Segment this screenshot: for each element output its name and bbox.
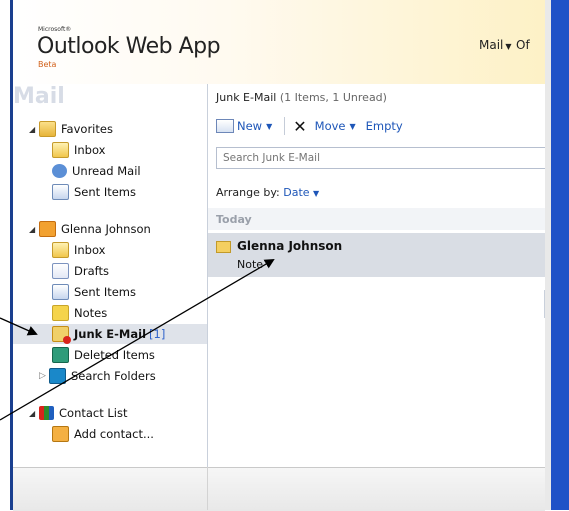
sidebar-item-search-folders[interactable]: ▷ Search Folders (13, 366, 233, 386)
pane-divider (544, 290, 545, 318)
sidebar-item-junk-email[interactable]: Junk E-Mail [1] (13, 324, 207, 344)
contact-list-icon (39, 406, 54, 420)
notes-icon (52, 305, 69, 321)
mailbox-group[interactable]: ◢ Glenna Johnson (13, 219, 223, 239)
folder-header: Junk E-Mail (1 Items, 1 Unread) (216, 91, 387, 104)
mailbox-label: Glenna Johnson (61, 222, 151, 236)
move-label: Move (314, 119, 346, 133)
mail-menu[interactable]: Mail ▼ (479, 38, 512, 52)
expand-arrow-icon[interactable]: ▷ (39, 371, 49, 381)
empty-button[interactable]: Empty (366, 119, 403, 133)
sidebar-item-label: Sent Items (74, 285, 136, 299)
inbox-icon (52, 242, 69, 258)
contact-list-label: Contact List (59, 406, 128, 420)
toolbar-divider (284, 117, 286, 135)
microsoft-brand: Microsoft® (38, 26, 72, 33)
folder-name: Junk E-Mail (216, 91, 277, 104)
message-row[interactable]: Glenna Johnson Note (208, 233, 545, 277)
mailbox-icon (39, 221, 56, 237)
move-button[interactable]: Move ▼ (315, 119, 356, 133)
options-menu[interactable]: Of (516, 38, 530, 52)
favorites-icon (39, 121, 56, 137)
drafts-icon (52, 263, 69, 279)
arrange-value: Date (283, 186, 310, 199)
search-input[interactable] (216, 147, 545, 169)
arrange-by[interactable]: Arrange by: Date ▼ (216, 186, 319, 199)
unread-count-badge: [1] (149, 327, 166, 341)
window-right-edge (545, 0, 551, 510)
app-title: Outlook Web App (37, 34, 221, 59)
deleted-items-icon (52, 347, 69, 363)
chevron-down-icon: ▼ (505, 42, 512, 51)
contact-list-group[interactable]: ◢ Contact List (13, 403, 223, 423)
sidebar-item-label: Sent Items (74, 185, 136, 199)
chevron-down-icon[interactable]: ▼ (266, 122, 272, 131)
sent-items-icon (52, 184, 69, 200)
new-label: New (237, 119, 263, 133)
chevron-down-icon: ▼ (313, 189, 320, 198)
message-sender: Glenna Johnson (237, 239, 343, 253)
expand-triangle-icon[interactable]: ◢ (29, 225, 39, 234)
group-header-today: Today (208, 208, 545, 230)
delete-icon[interactable]: ✕ (293, 117, 306, 136)
chevron-down-icon: ▼ (349, 121, 356, 131)
favorites-label: Favorites (61, 122, 113, 136)
folder-counts: (1 Items, 1 Unread) (279, 91, 387, 104)
favorites-group[interactable]: ◢ Favorites (13, 119, 223, 139)
sidebar-item-label: Search Folders (71, 369, 156, 383)
sidebar-item-label: Inbox (74, 243, 106, 257)
status-bar (13, 467, 545, 511)
sidebar-item-label: Junk E-Mail (74, 327, 147, 341)
sent-items-icon (52, 284, 69, 300)
sidebar-item-label: Unread Mail (72, 164, 141, 178)
unread-mail-icon (52, 164, 67, 178)
expand-triangle-icon[interactable]: ◢ (29, 409, 39, 418)
new-button[interactable]: New ▼ (216, 119, 272, 133)
beta-label: Beta (38, 60, 57, 69)
new-message-icon (216, 119, 234, 133)
search-folders-icon (49, 368, 66, 384)
sidebar-item-label: Inbox (74, 143, 106, 157)
sidebar-item-label: Deleted Items (74, 348, 155, 362)
envelope-icon (216, 241, 231, 253)
arrange-label: Arrange by: (216, 186, 280, 199)
sidebar-item-label: Notes (74, 306, 108, 320)
mail-menu-label: Mail (479, 38, 504, 52)
add-contact-label: Add contact... (74, 427, 154, 441)
inbox-icon (52, 142, 69, 158)
message-toolbar: New ▼ ✕ Move ▼ Empty (216, 116, 413, 136)
message-subject: Note (237, 258, 264, 271)
junk-email-icon (52, 326, 71, 344)
nav-title: Mail (13, 84, 65, 109)
sidebar-item-label: Drafts (74, 264, 109, 278)
expand-triangle-icon[interactable]: ◢ (29, 125, 39, 134)
add-contact-icon (52, 426, 69, 442)
status-bar-divider (207, 467, 208, 510)
